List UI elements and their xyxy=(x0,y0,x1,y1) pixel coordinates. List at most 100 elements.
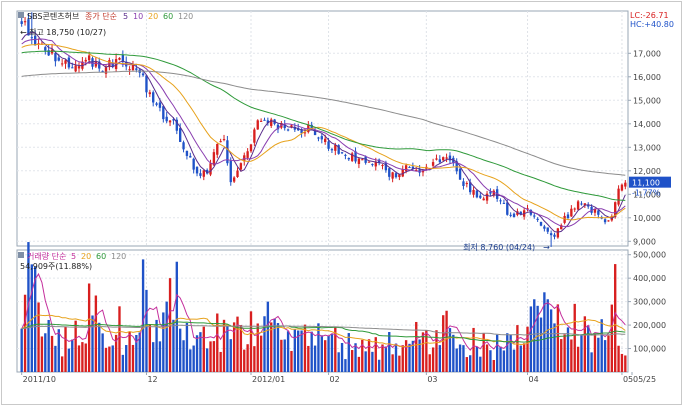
candle-body xyxy=(155,103,158,105)
volume-bar xyxy=(185,323,189,372)
candle-body xyxy=(394,173,398,178)
price-legend-period: 10 xyxy=(133,12,143,21)
volume-bar xyxy=(189,349,192,372)
volume-bar xyxy=(617,345,620,372)
candle-body xyxy=(179,128,182,142)
volume-bar xyxy=(44,333,47,372)
candle-body xyxy=(141,73,145,76)
x-tick-label: 03 xyxy=(427,375,437,384)
volume-bar xyxy=(452,334,455,372)
low-annotation: 최저 8,760 (04/24) xyxy=(463,242,535,252)
x-tick-label: 04 xyxy=(529,375,539,384)
volume-bar xyxy=(141,259,145,372)
volume-bar xyxy=(340,342,344,372)
volume-bar xyxy=(229,339,232,372)
candle-body xyxy=(361,159,364,161)
candle-body xyxy=(367,161,371,163)
volume-bar xyxy=(108,346,111,372)
candle-body xyxy=(624,182,627,187)
volume-bar xyxy=(462,345,465,372)
candle-body xyxy=(239,163,243,170)
candle-body xyxy=(485,193,489,201)
candle-body xyxy=(330,149,334,151)
volume-bar xyxy=(259,335,263,372)
candle-body xyxy=(597,210,600,215)
volume-bar xyxy=(526,326,529,372)
volume-legend-period: 120 xyxy=(111,252,126,261)
candle-body xyxy=(445,157,448,159)
candle-body xyxy=(435,158,438,160)
volume-bar xyxy=(253,346,256,372)
volume-bar xyxy=(101,333,104,372)
price-tick-label: 9,000 xyxy=(633,237,656,246)
volume-bar xyxy=(583,316,587,372)
volume-bar xyxy=(219,351,222,372)
volume-bar xyxy=(307,345,310,372)
volume-bar xyxy=(74,320,77,372)
candle-body xyxy=(431,162,435,166)
candle-body xyxy=(286,129,290,131)
volume-bar xyxy=(226,326,229,372)
price-legend-period: 60 xyxy=(163,12,173,21)
candle-body xyxy=(543,226,546,229)
chart-title: SBS콘텐츠허브 xyxy=(27,11,79,21)
candle-body xyxy=(256,120,259,130)
volume-bar xyxy=(212,341,216,372)
volume-bar xyxy=(603,340,607,372)
price-tick-label: 14,000 xyxy=(633,120,661,129)
candle-body xyxy=(539,222,543,226)
volume-bar xyxy=(158,341,162,372)
volume-bar xyxy=(590,352,593,372)
candle-body xyxy=(148,92,152,95)
volume-bar xyxy=(54,345,57,372)
volume-bar xyxy=(563,334,566,372)
volume-bar xyxy=(205,348,209,372)
volume-bar xyxy=(23,294,27,372)
volume-bar xyxy=(556,304,560,372)
candle-body xyxy=(512,213,516,218)
candle-body xyxy=(222,139,226,141)
volume-bar xyxy=(111,345,114,372)
candle-body xyxy=(479,195,482,198)
volume-bar xyxy=(600,319,603,372)
candle-body xyxy=(77,66,81,69)
volume-bar xyxy=(152,342,155,372)
candle-body xyxy=(23,21,27,23)
x-tick-label: 12 xyxy=(147,375,157,384)
candle-body xyxy=(482,198,485,201)
volume-bar xyxy=(283,339,286,372)
volume-bar xyxy=(445,310,448,372)
candle-body xyxy=(20,21,23,24)
volume-bar xyxy=(77,345,81,372)
volume-bar xyxy=(192,345,195,372)
volume-bar xyxy=(469,355,472,372)
candle-body xyxy=(64,60,67,64)
volume-bar xyxy=(300,330,303,372)
candle-body xyxy=(617,188,620,205)
price-legend-period: 5 xyxy=(123,12,128,21)
volume-legend xyxy=(18,252,24,258)
candle-body xyxy=(87,55,91,61)
volume-bar xyxy=(607,335,610,372)
candle-body xyxy=(185,150,189,156)
candle-body xyxy=(44,47,47,51)
volume-bar xyxy=(263,316,266,372)
price-legend-period: 120 xyxy=(178,12,193,21)
volume-bar xyxy=(384,346,388,372)
volume-bar xyxy=(280,339,283,372)
volume-bar xyxy=(502,350,506,372)
volume-bar xyxy=(519,345,522,372)
volume-bar xyxy=(394,343,398,372)
volume-bar xyxy=(162,312,165,372)
volume-bar xyxy=(573,303,576,372)
candle-body xyxy=(536,218,539,221)
volume-bar xyxy=(128,331,131,372)
volume-bar xyxy=(131,344,135,372)
volume-bar xyxy=(148,324,152,372)
candle-body xyxy=(546,227,549,232)
candle-body xyxy=(209,163,212,175)
volume-bar xyxy=(246,344,249,372)
volume-bar xyxy=(81,342,84,372)
volume-legend-period: 60 xyxy=(96,252,106,261)
volume-bar xyxy=(516,325,519,372)
